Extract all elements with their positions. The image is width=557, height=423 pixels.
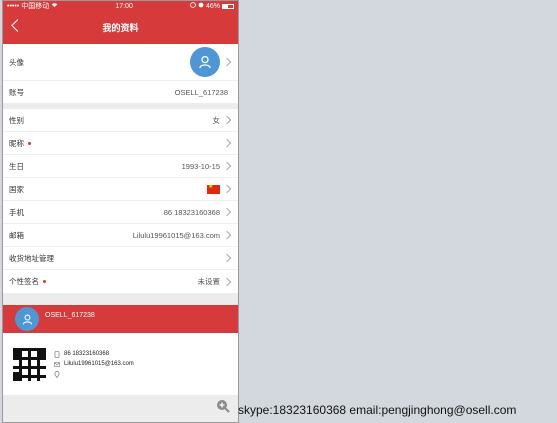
location-pin-icon [54, 370, 60, 378]
chevron-right-icon [222, 138, 232, 148]
signature-label: 个性签名 [9, 277, 39, 286]
battery-percent: 46% [205, 2, 220, 10]
account-label: 账号 [9, 87, 24, 97]
user-icon [22, 314, 32, 325]
contact-footer-text: skype:18323160368 email:pengjinghong@ose… [238, 403, 517, 417]
country-row[interactable]: 国家 [3, 178, 238, 201]
email-value: Lilulu19961015@163.com [132, 230, 220, 240]
mail-icon [54, 361, 60, 367]
chevron-right-icon [222, 184, 232, 194]
mobile-phone-icon [54, 350, 60, 358]
required-dot [43, 280, 46, 283]
carrier-label: ••••• 中国移动 [7, 3, 50, 10]
avatar-row-label: 头像 [9, 57, 24, 67]
user-icon [199, 55, 211, 69]
avatar[interactable] [190, 47, 220, 77]
details-section: 性别 女 昵称 生日 1993-10-15 国家 手机 86 183231603… [3, 109, 238, 293]
phone-row[interactable]: 手机 86 18323160368 [3, 201, 238, 224]
chevron-right-icon [222, 207, 232, 217]
status-time: 17:00 [115, 2, 133, 10]
chevron-right-icon [222, 253, 232, 263]
page-title: 我的资料 [102, 23, 139, 33]
rotation-lock-icon [198, 2, 204, 10]
qr-code [13, 347, 46, 381]
nav-bar: 我的资料 [3, 11, 238, 44]
address-label: 收货地址管理 [9, 253, 54, 263]
card-name: OSELL_617238 [45, 312, 95, 319]
account-row: 账号 OSELL_617238 [3, 81, 238, 103]
zoom-in-icon[interactable] [216, 399, 230, 413]
gender-row[interactable]: 性别 女 [3, 109, 238, 132]
card-email: Lilulu19961015@163.com [64, 361, 134, 367]
address-row[interactable]: 收货地址管理 [3, 247, 238, 270]
card-contacts: 86 18323160368 Lilulu19961015@163.com [54, 350, 134, 378]
card-avatar [15, 307, 39, 331]
birthday-value: 1993-10-15 [181, 161, 220, 171]
bottom-strip [3, 402, 238, 422]
birthday-row[interactable]: 生日 1993-10-15 [3, 155, 238, 178]
china-flag-icon [207, 183, 220, 194]
chevron-right-icon [222, 115, 232, 125]
nickname-label: 昵称 [9, 138, 24, 148]
card-phone: 86 18323160368 [64, 351, 110, 357]
nickname-row[interactable]: 昵称 [3, 132, 238, 155]
required-dot [28, 141, 31, 145]
battery-icon [222, 3, 234, 9]
phone-screen: ••••• 中国移动 17:00 46% 我的资料 头像 账号 OSELL_61… [2, 0, 239, 423]
signature-row[interactable]: 个性签名 未设置 [3, 270, 238, 293]
chevron-right-icon [222, 161, 232, 171]
email-row[interactable]: 邮箱 Lilulu19961015@163.com [3, 224, 238, 247]
status-bar: ••••• 中国移动 17:00 46% [3, 1, 238, 11]
card-body: 86 18323160368 Lilulu19961015@163.com [3, 333, 238, 395]
email-label: 邮箱 [9, 230, 24, 240]
account-value: OSELL_617238 [174, 87, 228, 97]
phone-value: 86 18323160368 [163, 207, 220, 217]
card-header: OSELL_617238 [3, 305, 238, 333]
profile-section: 头像 账号 OSELL_617238 [3, 44, 238, 103]
country-label: 国家 [9, 184, 24, 194]
chevron-right-icon [222, 57, 232, 67]
chevron-right-icon [222, 230, 232, 240]
birthday-label: 生日 [9, 161, 24, 171]
wifi-icon [51, 2, 58, 10]
back-chevron-icon[interactable] [11, 19, 24, 32]
alarm-icon [190, 2, 196, 10]
signature-value: 未设置 [197, 277, 221, 286]
gender-label: 性别 [9, 115, 24, 125]
gender-value: 女 [212, 115, 221, 125]
phone-label: 手机 [9, 207, 24, 217]
chevron-right-icon [222, 277, 232, 286]
avatar-row[interactable]: 头像 [3, 44, 238, 81]
